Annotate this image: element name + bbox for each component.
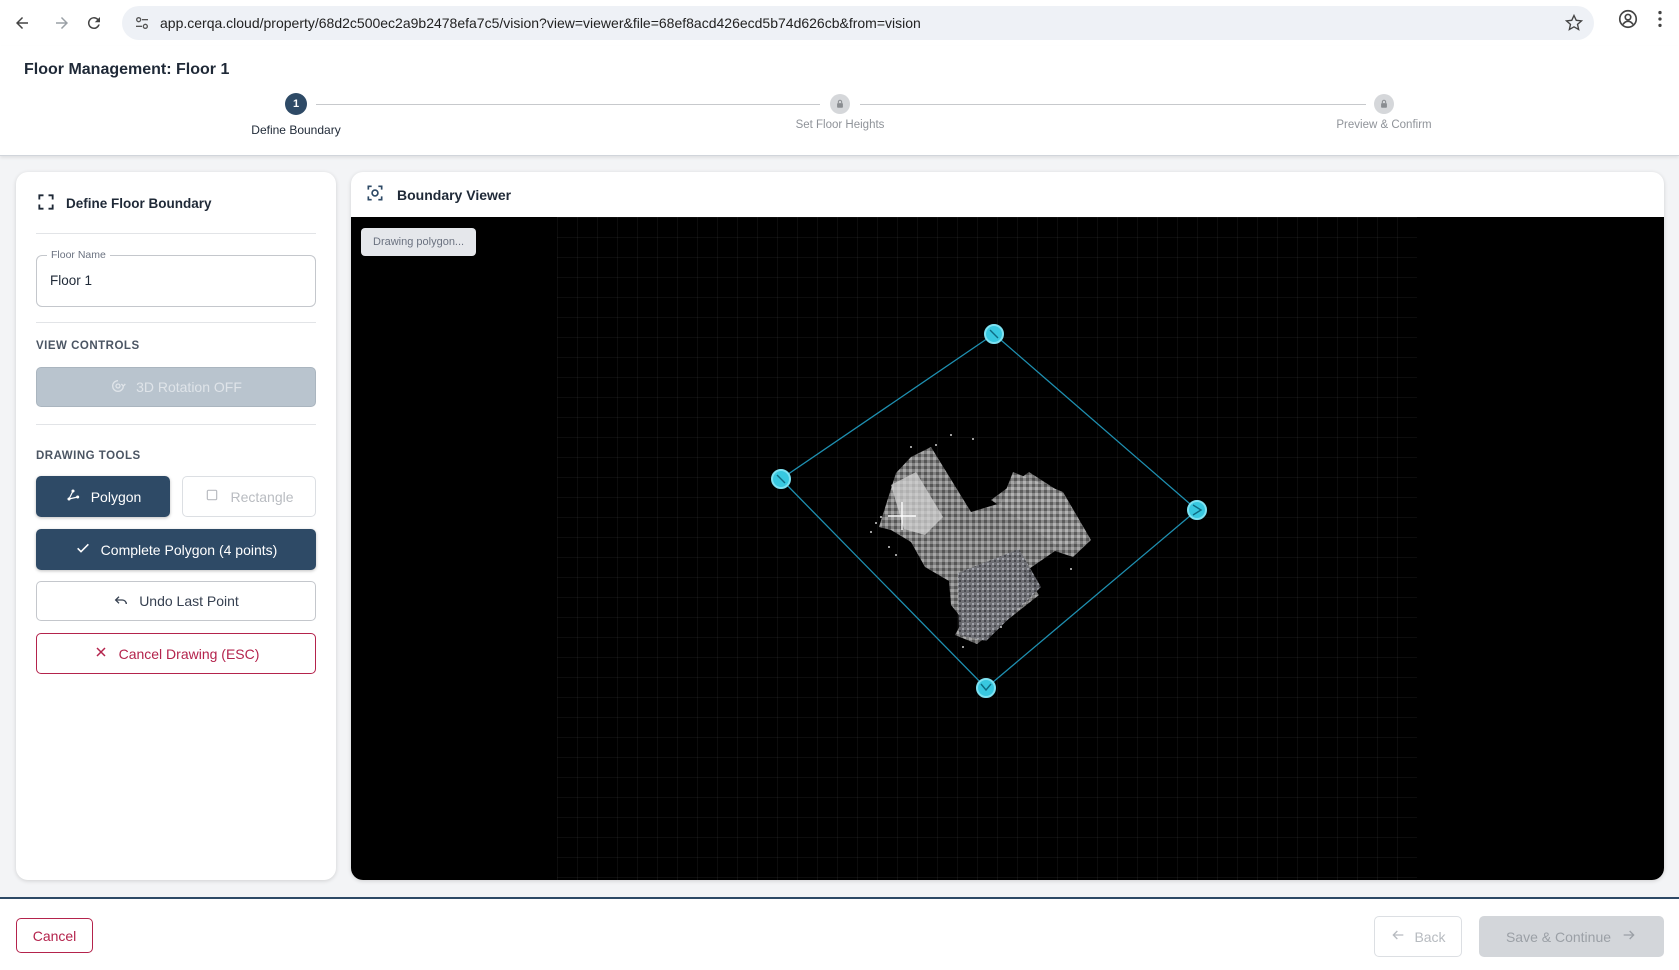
divider [36, 322, 316, 323]
complete-polygon-button[interactable]: Complete Polygon (4 points) [36, 529, 316, 570]
polygon-tool-button[interactable]: Polygon [36, 476, 170, 517]
polygon-vertex-handle[interactable] [984, 324, 1004, 344]
rotation-toggle-button[interactable]: 3D Rotation OFF [36, 367, 316, 407]
divider [36, 233, 316, 234]
cancel-button[interactable]: Cancel [16, 918, 93, 953]
undo-label: Undo Last Point [139, 593, 239, 609]
page-header: Floor Management: Floor 1 1 Define Bound… [0, 46, 1679, 156]
undo-last-point-button[interactable]: Undo Last Point [36, 581, 316, 621]
site-settings-icon[interactable] [132, 13, 152, 33]
reload-icon[interactable] [80, 9, 108, 37]
boundary-viewer: Boundary Viewer Drawing polygon... [351, 172, 1664, 880]
undo-icon [113, 592, 129, 611]
divider [36, 424, 316, 425]
url-text[interactable]: app.cerqa.cloud/property/68d2c500ec2a9b2… [160, 15, 921, 31]
viewer-header: Boundary Viewer [351, 172, 1664, 217]
drawing-tools-heading: DRAWING TOOLS [36, 450, 141, 462]
back-button[interactable]: Back [1374, 916, 1462, 957]
back-label: Back [1414, 928, 1446, 945]
complete-polygon-label: Complete Polygon (4 points) [100, 541, 278, 558]
rectangle-tool-label: Rectangle [230, 488, 294, 505]
step-preview-confirm: Preview & Confirm [1284, 94, 1484, 131]
drawing-status-badge: Drawing polygon... [361, 228, 477, 256]
page-title: Floor Management: Floor 1 [24, 61, 230, 78]
step-set-floor-heights: Set Floor Heights [740, 94, 940, 131]
point-cloud-scan [870, 434, 1091, 648]
scene-layer [771, 324, 1207, 698]
rotate-3d-icon [110, 378, 126, 397]
floor-name-label: Floor Name [47, 249, 110, 261]
rotation-toggle-label: 3D Rotation OFF [136, 379, 242, 395]
step-label: Define Boundary [251, 123, 341, 137]
step-define-boundary: 1 Define Boundary [196, 93, 396, 137]
panel-header: Define Floor Boundary [36, 192, 212, 215]
step-number: 1 [285, 93, 307, 115]
scan-view-icon [365, 183, 385, 206]
wizard-footer: Cancel Back Save & Continue [0, 897, 1679, 970]
lock-icon [830, 94, 850, 114]
step-label: Set Floor Heights [795, 119, 885, 131]
polygon-icon [65, 487, 81, 506]
arrow-left-icon [1390, 927, 1406, 946]
save-continue-label: Save & Continue [1505, 928, 1612, 945]
boundary-tools-panel: Define Floor Boundary Floor Name VIEW CO… [16, 172, 336, 880]
forward-arrow-icon[interactable] [48, 9, 76, 37]
bookmark-star-icon[interactable] [1564, 13, 1584, 38]
step-label: Preview & Confirm [1336, 119, 1432, 131]
polygon-tool-label: Polygon [90, 488, 142, 505]
cancel-drawing-button[interactable]: Cancel Drawing (ESC) [36, 633, 316, 674]
arrow-right-icon [1621, 927, 1637, 946]
3d-viewport-canvas[interactable]: Drawing polygon... [351, 217, 1664, 880]
browser-menu-icon[interactable] [1649, 8, 1671, 35]
lock-icon [1374, 94, 1394, 114]
rectangle-icon [204, 487, 220, 506]
back-arrow-icon[interactable] [8, 9, 36, 37]
browser-toolbar: app.cerqa.cloud/property/68d2c500ec2a9b2… [0, 0, 1679, 46]
polygon-vertex-handle[interactable] [976, 678, 996, 698]
check-icon [75, 540, 91, 559]
profile-icon[interactable] [1617, 8, 1639, 35]
floor-name-field[interactable]: Floor Name [36, 249, 316, 307]
rectangle-tool-button[interactable]: Rectangle [182, 476, 316, 517]
floor-name-input[interactable] [50, 273, 300, 288]
polygon-vertex-handle[interactable] [1187, 500, 1207, 520]
polygon-vertex-handle[interactable] [771, 469, 791, 489]
address-bar[interactable]: app.cerqa.cloud/property/68d2c500ec2a9b2… [122, 6, 1594, 40]
fullscreen-frame-icon [36, 192, 56, 215]
panel-title: Define Floor Boundary [66, 196, 212, 211]
close-icon [93, 644, 109, 663]
viewer-title: Boundary Viewer [397, 186, 512, 203]
cancel-drawing-label: Cancel Drawing (ESC) [118, 645, 260, 662]
save-continue-button[interactable]: Save & Continue [1479, 916, 1664, 957]
view-controls-heading: VIEW CONTROLS [36, 340, 140, 352]
